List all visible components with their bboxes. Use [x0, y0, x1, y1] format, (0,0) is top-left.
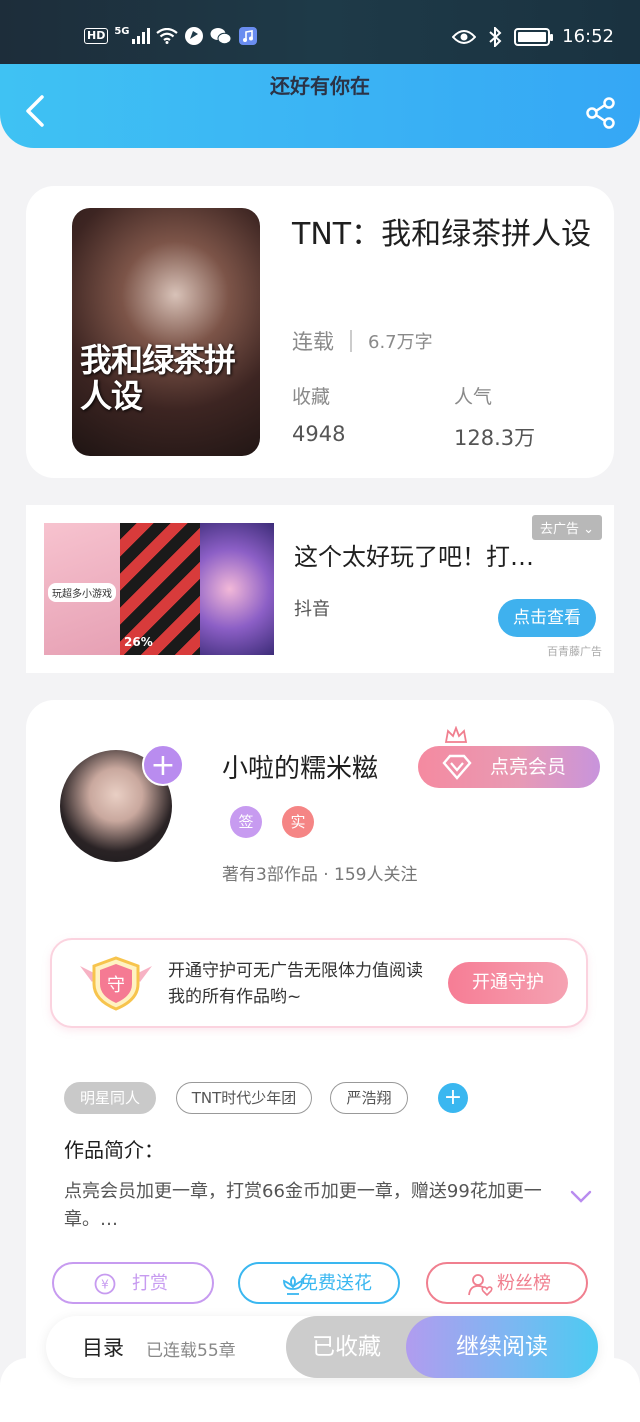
clock: 16:52	[562, 26, 614, 47]
page-title: 还好有你在	[270, 74, 370, 98]
toc-button[interactable]: 目录	[82, 1332, 124, 1362]
book-cover[interactable]: 我和绿茶拼人设	[72, 208, 260, 456]
svg-text:¥: ¥	[101, 1278, 109, 1292]
author-card: + 小啦的糯米糍 点亮会员 签 实 著有3部作品 · 159人关注 守 开通守护…	[26, 700, 614, 1422]
serial-status: 连载	[292, 330, 334, 354]
chapter-count: 已连载55章	[146, 1341, 236, 1361]
browser-icon	[184, 27, 203, 45]
stat-value-popularity: 128.3万	[454, 426, 536, 450]
divider	[350, 330, 352, 352]
ad-view-button[interactable]: 点击查看	[498, 599, 596, 637]
flower-icon	[283, 1275, 303, 1295]
badge-verified-label: 实	[290, 813, 306, 831]
wifi-icon	[155, 28, 178, 44]
continue-reading-button[interactable]: 继续阅读	[406, 1316, 598, 1378]
shield-icon: 守	[80, 956, 152, 1011]
tag-item[interactable]: 严浩翔	[330, 1082, 408, 1114]
svg-text:守: 守	[107, 975, 125, 996]
back-arrow-icon[interactable]	[22, 94, 50, 128]
badge-signed-label: 签	[238, 813, 254, 831]
author-name[interactable]: 小啦的糯米糍	[222, 748, 378, 785]
ad-card[interactable]: 玩超多小游戏 26% 去广告 ⌄ 这个太好玩了吧！打… 抖音 点击查看 百青藤广…	[26, 505, 614, 673]
fan-heart-icon	[468, 1274, 493, 1297]
top-bar: 还好有你在	[0, 64, 640, 148]
status-icons-left: HD 5G	[84, 26, 258, 46]
remove-ad-button[interactable]: 去广告 ⌄	[531, 515, 602, 540]
reward-button[interactable]: ¥ 打赏	[52, 1262, 214, 1304]
wechat-icon	[210, 28, 232, 45]
chevron-down-icon[interactable]	[570, 1190, 592, 1204]
network-label: 5G	[114, 25, 130, 37]
badge-verified: 实	[282, 806, 314, 838]
crown-icon	[444, 726, 468, 743]
battery-icon	[514, 27, 554, 46]
works-info: 著有3部作品 · 159人关注	[222, 865, 418, 885]
intro-title: 作品简介：	[64, 1138, 164, 1162]
hd-badge: HD	[84, 28, 109, 44]
follow-plus-icon[interactable]: +	[142, 744, 184, 786]
vip-label: 点亮会员	[490, 756, 567, 778]
intro-text: 点亮会员加更一章，打赏66金币加更一章，赠送99花加更一章。…	[64, 1181, 542, 1230]
bluetooth-icon	[489, 26, 502, 47]
ad-title: 这个太好玩了吧！打…	[294, 543, 534, 571]
tag-item[interactable]: TNT时代少年团	[176, 1082, 312, 1114]
chevron-down-icon: ⌄	[583, 522, 594, 537]
stat-label-popularity: 人气	[454, 386, 493, 408]
tag-item[interactable]: 明星同人	[64, 1082, 156, 1114]
ad-provider: 百青藤广告	[547, 645, 602, 658]
stat-value-favorites: 4948	[292, 422, 346, 446]
diamond-icon	[442, 754, 472, 780]
ad-source-app: 抖音	[294, 599, 330, 620]
open-guard-button[interactable]: 开通守护	[448, 962, 568, 1004]
remove-ad-label: 去广告	[539, 522, 579, 537]
stat-label-favorites: 收藏	[292, 386, 331, 408]
bottom-bar: 目录 已连载55章 已收藏 继续阅读	[46, 1316, 598, 1378]
send-flower-button[interactable]: 免费送花	[238, 1262, 400, 1304]
book-title: TNT：我和绿茶拼人设	[292, 217, 592, 252]
guard-banner[interactable]: 守 开通守护可无广告无限体力值阅读我的所有作品哟~ 开通守护	[50, 938, 588, 1028]
music-icon	[238, 27, 257, 45]
fan-rank-button[interactable]: 粉丝榜	[426, 1262, 588, 1304]
guard-text: 开通守护可无广告无限体力值阅读我的所有作品哟~	[168, 961, 423, 1007]
ad-image-tag: 玩超多小游戏	[48, 583, 116, 602]
word-count: 6.7万字	[368, 332, 433, 353]
cover-title: 我和绿茶拼人设	[80, 341, 236, 415]
yen-coin-icon: ¥	[94, 1273, 116, 1295]
ad-image-percent: 26%	[124, 635, 153, 649]
status-bar: HD 5G 16:52	[0, 0, 640, 64]
share-icon[interactable]	[584, 96, 618, 130]
status-icons-right: 16:52	[452, 26, 614, 47]
ad-image[interactable]: 玩超多小游戏 26%	[44, 523, 274, 655]
signal-icon	[131, 28, 150, 44]
add-tag-button[interactable]: +	[438, 1083, 468, 1113]
book-status-row: 连载 6.7万字	[292, 326, 433, 356]
badge-signed: 签	[230, 806, 262, 838]
eye-icon	[452, 29, 477, 44]
book-info-card: 我和绿茶拼人设 TNT：我和绿茶拼人设 连载 6.7万字 收藏 4948 人气 …	[26, 186, 614, 478]
